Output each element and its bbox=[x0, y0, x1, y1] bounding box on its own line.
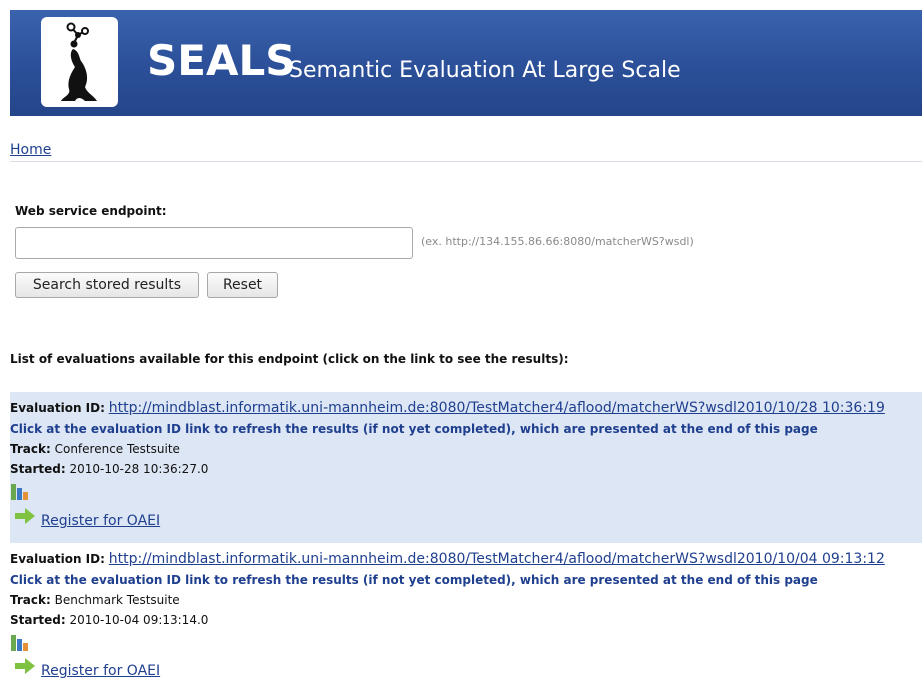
evaluations-heading: List of evaluations available for this e… bbox=[10, 352, 569, 366]
breadcrumb: Home bbox=[10, 141, 51, 159]
endpoint-label: Web service endpoint: bbox=[15, 204, 167, 218]
started-row: Started: 2010-10-04 09:13:14.0 bbox=[10, 612, 208, 628]
bar-chart-icon[interactable] bbox=[10, 633, 32, 657]
bar-chart-icon[interactable] bbox=[10, 482, 32, 506]
green-arrow-icon bbox=[14, 507, 36, 529]
header-banner: SEALS Semantic Evaluation At Large Scale bbox=[10, 10, 922, 116]
search-stored-results-button[interactable]: Search stored results bbox=[15, 272, 199, 298]
track-value: Benchmark Testsuite bbox=[54, 593, 180, 607]
started-row: Started: 2010-10-28 10:36:27.0 bbox=[10, 461, 208, 477]
started-value: 2010-10-04 09:13:14.0 bbox=[69, 613, 209, 627]
evaluation-id-label: Evaluation ID: bbox=[10, 552, 105, 566]
evaluation-item: Evaluation ID: http://mindblast.informat… bbox=[10, 392, 922, 543]
track-row: Track: Benchmark Testsuite bbox=[10, 592, 180, 608]
evaluation-id-link[interactable]: http://mindblast.informatik.uni-mannheim… bbox=[109, 400, 885, 416]
site-subtitle: Semantic Evaluation At Large Scale bbox=[289, 58, 681, 83]
divider bbox=[10, 161, 922, 162]
evaluation-id-link[interactable]: http://mindblast.informatik.uni-mannheim… bbox=[109, 551, 885, 567]
track-label: Track: bbox=[10, 593, 51, 607]
evaluation-item: Evaluation ID: http://mindblast.informat… bbox=[10, 543, 922, 680]
started-label: Started: bbox=[10, 462, 66, 476]
refresh-note: Click at the evaluation ID link to refre… bbox=[10, 422, 818, 436]
register-oaei-link[interactable]: Register for OAEI bbox=[41, 512, 160, 530]
green-arrow-icon bbox=[14, 657, 36, 679]
endpoint-input[interactable] bbox=[15, 227, 413, 259]
evaluation-id-row: Evaluation ID: http://mindblast.informat… bbox=[10, 551, 885, 567]
evaluation-id-row: Evaluation ID: http://mindblast.informat… bbox=[10, 400, 885, 416]
home-link[interactable]: Home bbox=[10, 142, 51, 158]
site-title: SEALS bbox=[147, 36, 296, 85]
started-value: 2010-10-28 10:36:27.0 bbox=[69, 462, 209, 476]
started-label: Started: bbox=[10, 613, 66, 627]
track-value: Conference Testsuite bbox=[54, 442, 180, 456]
track-row: Track: Conference Testsuite bbox=[10, 441, 180, 457]
track-label: Track: bbox=[10, 442, 51, 456]
seal-logo-icon[interactable] bbox=[41, 17, 118, 107]
register-oaei-link[interactable]: Register for OAEI bbox=[41, 662, 160, 680]
endpoint-hint: (ex. http://134.155.86.66:8080/matcherWS… bbox=[421, 235, 694, 248]
evaluation-id-label: Evaluation ID: bbox=[10, 401, 105, 415]
refresh-note: Click at the evaluation ID link to refre… bbox=[10, 573, 818, 587]
reset-button[interactable]: Reset bbox=[207, 272, 278, 298]
